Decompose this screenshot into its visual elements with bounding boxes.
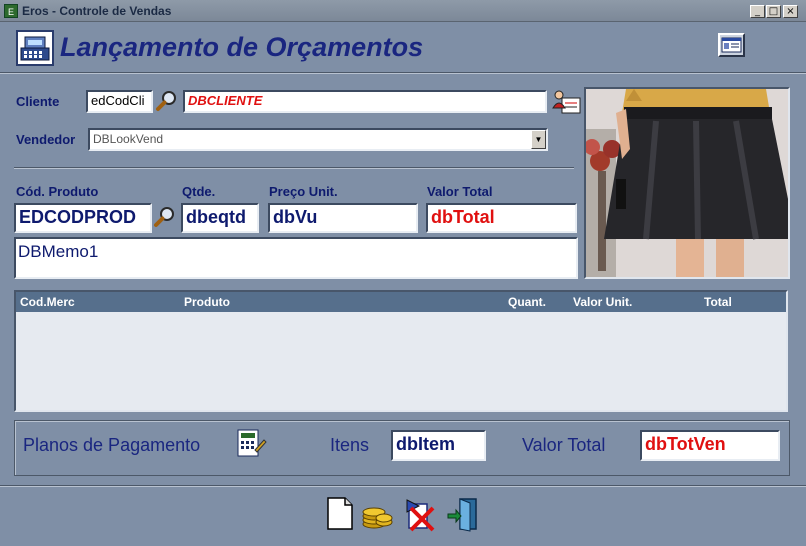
- itens-label: Itens: [330, 435, 370, 455]
- id-card-icon: [721, 37, 742, 53]
- preco-unit-value: dbVu: [273, 207, 318, 227]
- cancel-button[interactable]: [403, 496, 437, 532]
- itens-value: dbItem: [396, 434, 456, 454]
- app-icon: E: [4, 4, 18, 18]
- valor-total-value: dbTotal: [431, 207, 495, 227]
- col-header-valor-unit[interactable]: Valor Unit.: [573, 295, 632, 309]
- cliente-label: Cliente: [16, 94, 60, 109]
- toolbar-divider-highlight: [0, 486, 806, 487]
- magnifier-icon: [154, 207, 174, 227]
- memo-field[interactable]: DBMemo1: [14, 237, 578, 279]
- cliente-lookup-button[interactable]: [550, 88, 584, 116]
- form-divider-highlight: [14, 168, 574, 169]
- calculator-icon: [237, 429, 267, 457]
- qtde-field[interactable]: dbeqtd: [181, 203, 259, 233]
- new-document-icon: [327, 497, 353, 530]
- items-grid[interactable]: Cod.Merc Produto Quant. Valor Unit. Tota…: [14, 290, 788, 412]
- col-header-produto[interactable]: Produto: [184, 295, 230, 309]
- person-card-icon: [552, 90, 581, 114]
- cod-produto-label: Cód. Produto: [16, 184, 99, 199]
- cliente-code-value: edCodCli: [91, 93, 145, 108]
- col-header-cod-merc[interactable]: Cod.Merc: [20, 295, 75, 309]
- vendedor-select[interactable]: DBLookVend ▼: [88, 128, 548, 151]
- col-header-total[interactable]: Total: [704, 295, 732, 309]
- page-title: Lançamento de Orçamentos: [60, 32, 424, 62]
- header-divider-highlight: [0, 73, 806, 74]
- search-produto-button[interactable]: [153, 205, 177, 229]
- memo-value: DBMemo1: [18, 242, 99, 261]
- valor-total-field[interactable]: dbTotal: [426, 203, 577, 233]
- cliente-name-field[interactable]: DBCLIENTE: [183, 90, 547, 113]
- search-cliente-button[interactable]: [155, 89, 179, 113]
- magnifier-icon: [156, 91, 176, 111]
- col-header-quant[interactable]: Quant.: [508, 295, 546, 309]
- payment-button[interactable]: [360, 496, 394, 532]
- valor-total-label: Valor Total: [427, 184, 493, 199]
- vendedor-label: Vendedor: [16, 132, 76, 147]
- cod-produto-value: EDCODPROD: [19, 207, 137, 227]
- coins-icon: [362, 507, 393, 529]
- chevron-down-icon[interactable]: ▼: [531, 130, 546, 149]
- qtde-label: Qtde.: [182, 184, 216, 199]
- valor-total-footer-label: Valor Total: [522, 435, 606, 455]
- cliente-code-field[interactable]: edCodCli: [86, 90, 153, 113]
- minimize-button[interactable]: _: [750, 5, 765, 18]
- qtde-value: dbeqtd: [186, 207, 246, 227]
- planos-button[interactable]: [235, 428, 267, 460]
- preco-unit-field[interactable]: dbVu: [268, 203, 418, 233]
- cancel-icon: [406, 499, 435, 532]
- exit-button[interactable]: [446, 496, 480, 532]
- itens-field[interactable]: dbItem: [391, 430, 486, 461]
- cash-register-icon: [16, 30, 54, 66]
- valor-total-footer-field[interactable]: dbTotVen: [640, 430, 780, 461]
- window-title: Eros - Controle de Vendas: [22, 4, 172, 18]
- exit-door-icon: [447, 498, 477, 532]
- preco-unit-label: Preço Unit.: [269, 184, 338, 199]
- new-button[interactable]: [323, 496, 357, 532]
- cliente-name-value: DBCLIENTE: [188, 93, 263, 108]
- product-image: [584, 87, 790, 279]
- planos-label: Planos de Pagamento: [23, 435, 201, 455]
- close-button[interactable]: ×: [783, 5, 798, 18]
- maximize-button[interactable]: □: [766, 5, 781, 18]
- id-card-button[interactable]: [718, 33, 745, 57]
- cod-produto-field[interactable]: EDCODPROD: [14, 203, 152, 233]
- valor-total-footer-value: dbTotVen: [645, 434, 726, 454]
- vendedor-value: DBLookVend: [93, 132, 164, 146]
- grid-header: Cod.Merc Produto Quant. Valor Unit. Tota…: [16, 292, 786, 312]
